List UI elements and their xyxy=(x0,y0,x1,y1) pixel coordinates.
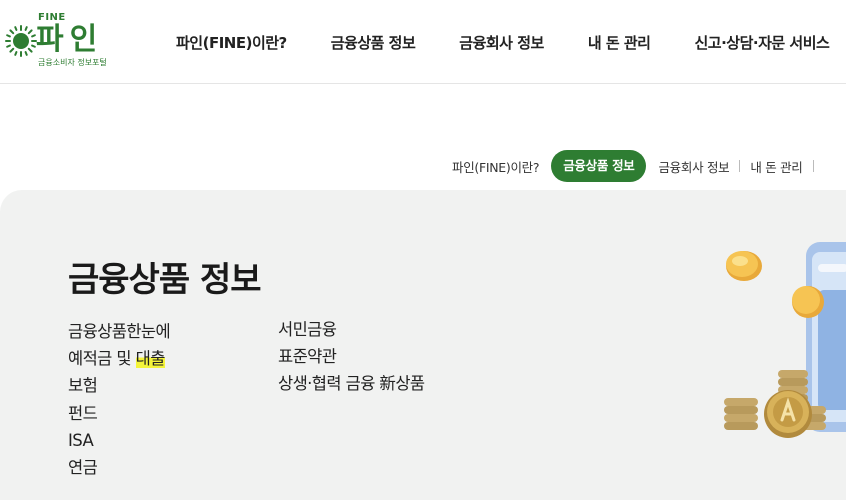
tab-divider xyxy=(739,160,741,172)
logo-sub-text: 금융소비자 정보포털 xyxy=(38,58,107,67)
main-nav: 파인(FINE)이란? 금융상품 정보 금융회사 정보 내 돈 관리 신고·상담… xyxy=(160,0,846,84)
category-tabs: 파인(FINE)이란? 금융상품 정보 금융회사 정보 내 돈 관리 xyxy=(452,150,824,182)
menu-link-text: 예적금 및 xyxy=(68,349,136,369)
menu-link-fund[interactable]: 펀드 xyxy=(68,400,170,427)
tab-my-money[interactable]: 내 돈 관리 xyxy=(750,157,802,176)
menu-column-1: 금융상품한눈에 예적금 및 대출 보험 펀드 ISA 연금 xyxy=(68,318,171,481)
tab-fine[interactable]: 파인(FINE)이란? xyxy=(452,157,540,176)
tab-divider xyxy=(812,160,814,172)
menu-link-cooperative-products[interactable]: 상생·협력 금융 新상품 xyxy=(278,370,425,397)
tab-products[interactable]: 금융상품 정보 xyxy=(551,150,647,182)
nav-item-fine[interactable]: 파인(FINE)이란? xyxy=(176,32,287,53)
nav-item-report-consult[interactable]: 신고·상담·자문 서비스 xyxy=(694,32,829,53)
tab-companies[interactable]: 금융회사 정보 xyxy=(658,157,729,176)
logo[interactable]: FINE 파인 금융소비자 정보포털 xyxy=(4,12,114,70)
menu-link-microfinance[interactable]: 서민금융 xyxy=(278,316,424,343)
logo-main-text: 파인 xyxy=(36,22,104,57)
site-header: FINE 파인 금융소비자 정보포털 파인(FINE)이란? 금융상품 정보 금… xyxy=(0,0,846,84)
menu-column-2: 서민금융 표준약관 상생·협력 금융 新상품 xyxy=(278,316,425,398)
coins-phone-illustration xyxy=(724,242,846,438)
menu-link-overview[interactable]: 금융상품한눈에 xyxy=(68,318,171,345)
highlighted-text: 대출 xyxy=(135,349,165,369)
panel-title: 금융상품 정보 xyxy=(68,260,262,300)
nav-item-my-money[interactable]: 내 돈 관리 xyxy=(588,32,651,53)
menu-link-insurance[interactable]: 보험 xyxy=(68,372,170,399)
nav-item-products[interactable]: 금융상품 정보 xyxy=(331,32,416,53)
menu-link-standard-terms[interactable]: 표준약관 xyxy=(278,343,424,370)
nav-item-companies[interactable]: 금융회사 정보 xyxy=(459,32,544,53)
menu-link-isa[interactable]: ISA xyxy=(68,427,170,454)
products-panel: 금융상품 정보 금융상품한눈에 예적금 및 대출 보험 펀드 ISA 연금 서민… xyxy=(0,190,846,500)
menu-link-pension[interactable]: 연금 xyxy=(68,454,170,481)
menu-link-deposits-loans[interactable]: 예적금 및 대출 xyxy=(68,345,170,372)
sun-logo-icon xyxy=(5,25,37,57)
